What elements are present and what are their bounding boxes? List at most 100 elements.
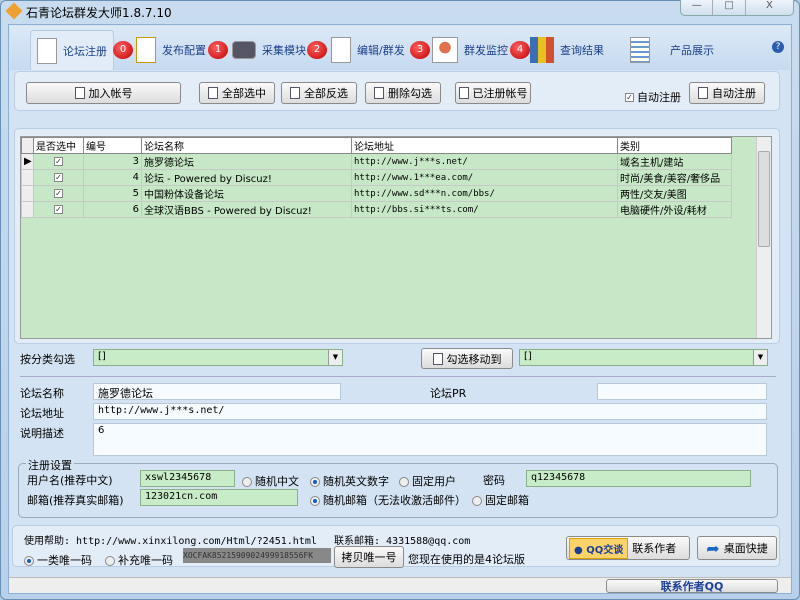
tab-collect[interactable]: 采集模块 (232, 30, 306, 70)
move-target-select[interactable]: [] ▼ (519, 349, 768, 366)
auto-register-button[interactable]: 自动注册 (689, 82, 765, 104)
tab-forum-register[interactable]: 论坛注册 (30, 30, 114, 70)
select-icon (208, 87, 218, 99)
help-icon[interactable]: ? (772, 41, 784, 53)
step-badge: 0 (113, 41, 133, 59)
category-filter-label: 按分类勾选 (20, 353, 75, 366)
column-header[interactable]: 是否选中 (33, 137, 84, 154)
minimize-button[interactable]: — (681, 0, 714, 15)
id-cell: 3 (83, 153, 142, 170)
invert-icon (290, 87, 300, 99)
random-chinese-radio[interactable]: 随机中文 (242, 473, 299, 489)
check-icon: ✓ (625, 92, 634, 102)
row-indicator[interactable] (21, 185, 34, 202)
registered-accounts-button[interactable]: 已注册帐号 (455, 82, 531, 104)
forum-url-input[interactable]: http://www.j***s.net/ (93, 403, 767, 420)
user-icon (432, 37, 458, 63)
selected-cell[interactable]: ✓ (33, 201, 84, 218)
move-icon (432, 352, 443, 365)
table-row[interactable]: ▶ ✓ 3 施罗德论坛 http://www.j***s.net/ 域名主机/建… (21, 153, 732, 170)
radio-label: 补充唯一码 (118, 554, 173, 567)
grid-scrollbar[interactable] (756, 137, 771, 338)
button-label: 已注册帐号 (472, 87, 528, 100)
tab-label: 采集模块 (262, 44, 306, 57)
fixed-user-radio[interactable]: 固定用户 (399, 473, 456, 489)
document-icon (136, 37, 156, 63)
radio-icon (472, 496, 482, 506)
random-alnum-radio[interactable]: 随机英文数字 (310, 473, 389, 489)
password-label: 密码 (483, 474, 505, 487)
random-email-radio[interactable]: 随机邮箱（无法收激活邮件） (310, 492, 466, 508)
tab-monitor[interactable]: 群发监控 (432, 30, 508, 70)
close-button[interactable]: X (746, 0, 793, 15)
row-indicator[interactable]: ▶ (21, 153, 34, 170)
contact-qq-button[interactable]: 联系作者QQ (606, 579, 778, 593)
fixed-email-radio[interactable]: 固定邮箱 (472, 492, 529, 508)
tab-label: 论坛注册 (63, 44, 107, 58)
forum-name-input[interactable]: 施罗德论坛 (93, 383, 341, 400)
category-filter-select[interactable]: [] ▼ (93, 349, 343, 366)
radio-label: 随机英文数字 (323, 475, 389, 488)
button-label: 联系作者 (632, 542, 677, 555)
catalog-icon (630, 37, 650, 63)
table-row[interactable]: ✓ 6 全球汉语BBS - Powered by Discuz! http://… (21, 201, 732, 218)
step-badge: 1 (208, 41, 228, 59)
selected-cell[interactable]: ✓ (33, 185, 84, 202)
name-cell: 论坛 - Powered by Discuz! (141, 169, 352, 186)
column-header[interactable]: 编号 (83, 137, 142, 154)
id-cell: 4 (83, 169, 142, 186)
selected-cell[interactable]: ✓ (33, 153, 84, 170)
unique-code-field[interactable]: XOCFAK8521590902499918556FK (183, 548, 331, 563)
tab-products[interactable]: 产品展示 (630, 30, 714, 70)
tab-edit-send[interactable]: 编辑/群发 (331, 30, 405, 70)
button-label: 删除勾选 (388, 87, 432, 100)
button-label: 桌面快捷 (723, 542, 768, 555)
delete-checked-button[interactable]: 删除勾选 (365, 82, 441, 104)
tab-results[interactable]: 查询结果 (530, 30, 604, 70)
window-controls: — □ X (680, 0, 794, 16)
code-type1-radio[interactable]: 一类唯一码 (24, 552, 92, 568)
add-account-button[interactable]: 加入帐号 (26, 82, 181, 104)
qq-chat-badge: ● QQ交谈 (569, 537, 629, 559)
auto-register-checkbox[interactable]: ✓ 自动注册 (625, 89, 681, 105)
row-indicator-header (21, 137, 34, 154)
copy-code-button[interactable]: 拷贝唯一号 (334, 546, 404, 568)
bar-chart-icon (530, 37, 554, 63)
category-cell: 电脑硬件/外设/耗材 (617, 201, 732, 218)
radio-label: 一类唯一码 (37, 554, 92, 567)
selected-cell[interactable]: ✓ (33, 169, 84, 186)
tab-label: 编辑/群发 (357, 44, 405, 57)
maximize-button[interactable]: □ (713, 0, 746, 15)
column-header[interactable]: 论坛名称 (141, 137, 352, 154)
check-icon: ✓ (54, 205, 63, 214)
email-input[interactable]: 123021cn.com (140, 489, 298, 506)
qq-contact-button[interactable]: ● QQ交谈 联系作者 (566, 536, 690, 560)
description-textarea[interactable]: 6 (93, 423, 767, 456)
forum-pr-input[interactable] (597, 383, 767, 400)
desktop-shortcut-button[interactable]: ➦ 桌面快捷 (697, 536, 777, 560)
checkbox-label: 自动注册 (637, 91, 681, 104)
row-indicator[interactable] (21, 201, 34, 218)
password-input[interactable]: q12345678 (526, 470, 751, 487)
tab-label: 发布配置 (162, 44, 206, 57)
button-label: 全部选中 (222, 87, 266, 100)
tab-publish-config[interactable]: 发布配置 (136, 30, 206, 70)
column-header[interactable]: 论坛地址 (351, 137, 618, 154)
move-checked-button[interactable]: 勾选移动到 (421, 348, 513, 369)
help-link[interactable]: 使用帮助: http://www.xinxilong.com/Html/?245… (24, 532, 317, 547)
select-all-button[interactable]: 全部选中 (199, 82, 275, 104)
scrollbar-thumb[interactable] (758, 151, 770, 247)
row-indicator[interactable] (21, 169, 34, 186)
radio-label: 固定邮箱 (485, 494, 529, 507)
table-row[interactable]: ✓ 4 论坛 - Powered by Discuz! http://www.1… (21, 169, 732, 186)
radio-icon (242, 477, 252, 487)
column-header[interactable]: 类别 (617, 137, 732, 154)
invert-selection-button[interactable]: 全部反选 (281, 82, 357, 104)
username-input[interactable]: xswl2345678 (140, 470, 235, 487)
code-type2-radio[interactable]: 补充唯一码 (105, 552, 173, 568)
table-row[interactable]: ✓ 5 中国粉体设备论坛 http://www.sd***n.com/bbs/ … (21, 185, 732, 202)
url-cell: http://www.j***s.net/ (351, 153, 618, 170)
check-icon: ✓ (54, 157, 63, 166)
forum-grid: 是否选中 编号 论坛名称 论坛地址 类别 ▶ ✓ 3 施罗德论坛 http://… (20, 136, 772, 339)
url-cell: http://www.sd***n.com/bbs/ (351, 185, 618, 202)
